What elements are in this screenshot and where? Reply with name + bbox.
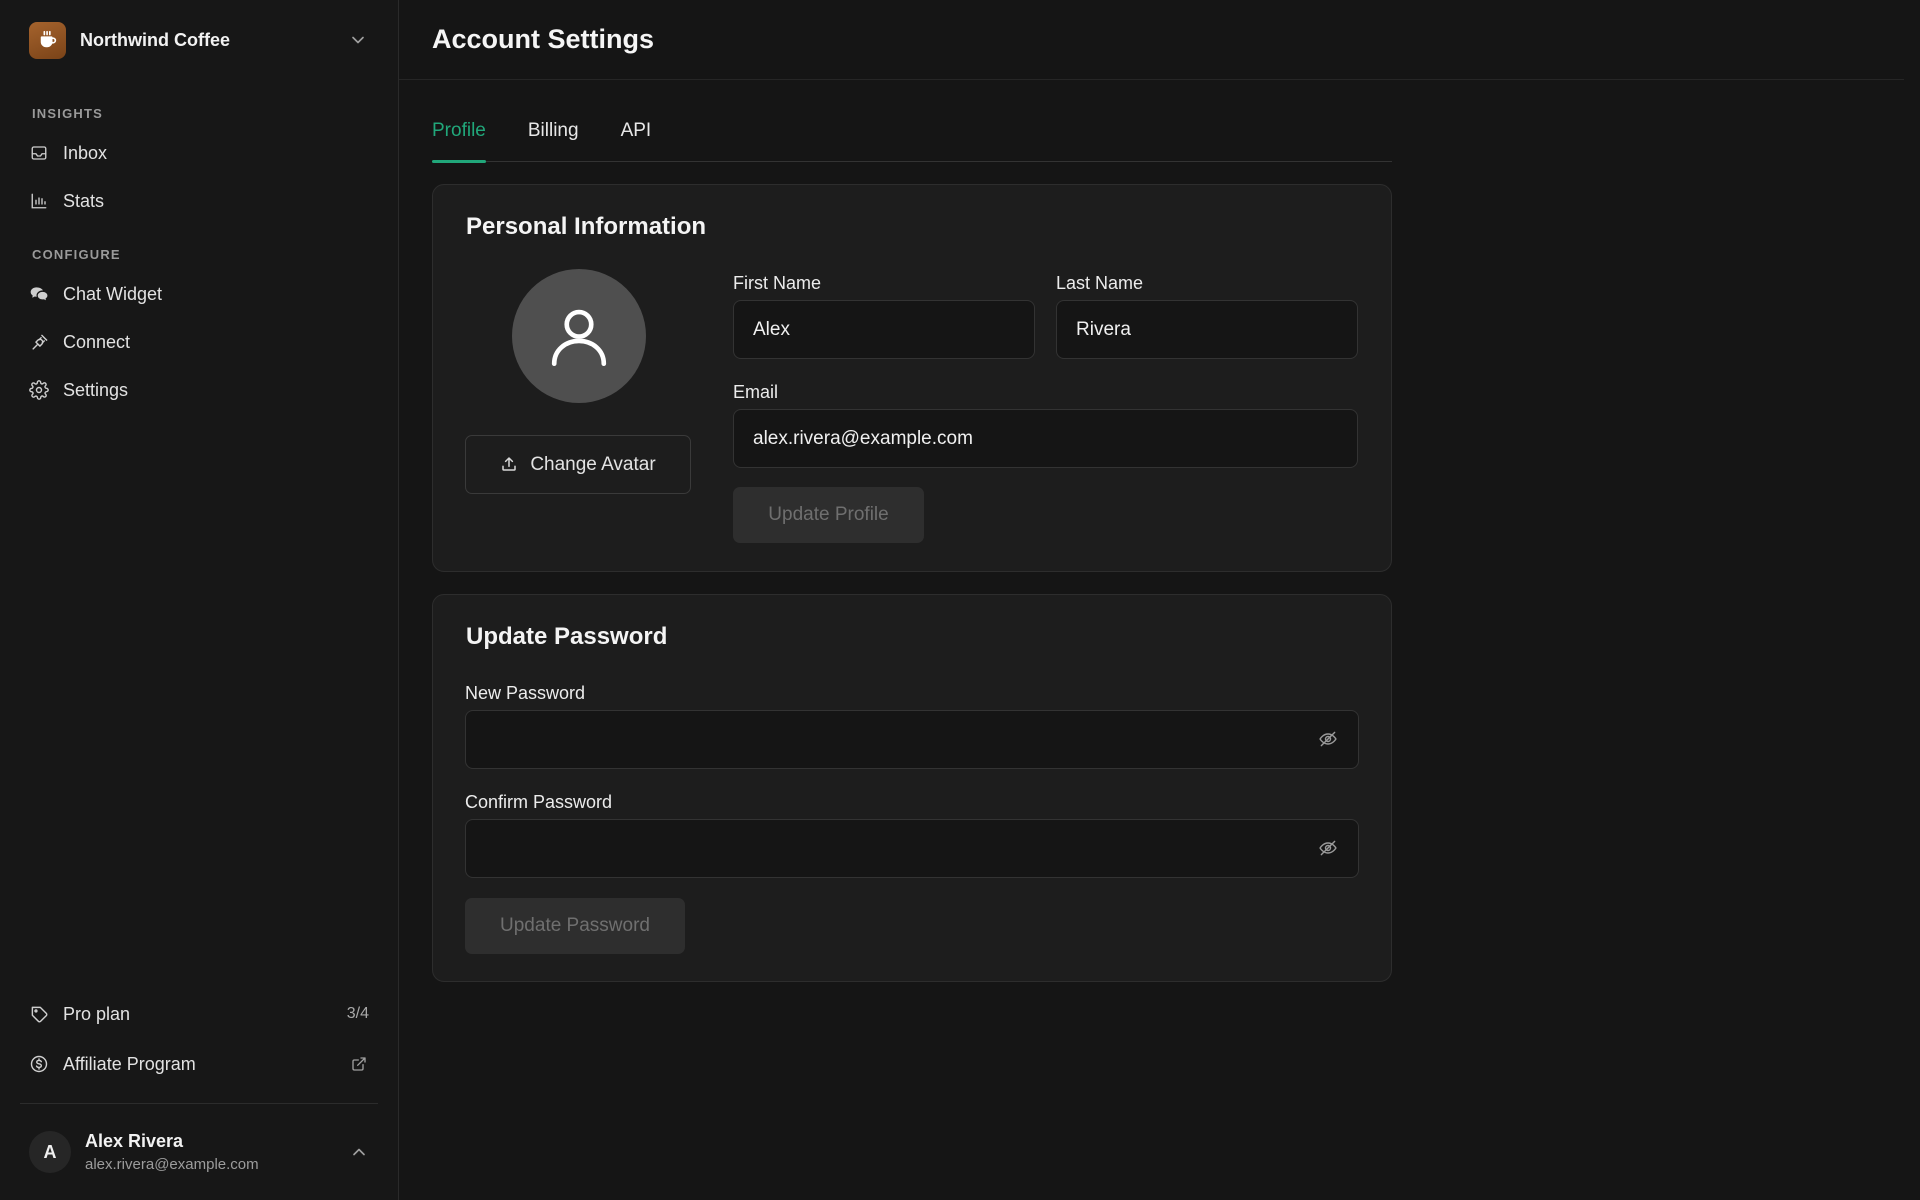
confirm-password-group: Confirm Password	[465, 792, 1359, 878]
sidebar-item-settings[interactable]: Settings	[0, 366, 398, 414]
app-root: Northwind Coffee INSIGHTS Inbox Stats CO…	[0, 0, 1920, 1200]
bar-chart-icon	[29, 191, 49, 211]
sidebar-footer: Pro plan 3/4 Affiliate Program A Alex Ri…	[0, 989, 398, 1200]
workspace-switcher[interactable]: Northwind Coffee	[0, 0, 398, 80]
sidebar-item-connect[interactable]: Connect	[0, 318, 398, 366]
tab-profile[interactable]: Profile	[432, 110, 486, 163]
user-info: Alex Rivera alex.rivera@example.com	[85, 1131, 349, 1173]
eye-off-icon[interactable]	[1318, 729, 1340, 751]
settings-tabs: Profile Billing API	[432, 110, 1392, 163]
coffee-cup-icon	[29, 21, 66, 59]
last-name-value: Rivera	[1076, 318, 1131, 340]
sidebar-item-inbox[interactable]: Inbox	[0, 129, 398, 177]
page-title: Account Settings	[432, 24, 655, 54]
first-name-label: First Name	[733, 273, 822, 293]
settings-content: Profile Billing API Personal Information…	[399, 110, 1392, 982]
sidebar-item-label: Connect	[63, 331, 131, 352]
plug-icon	[29, 332, 49, 352]
section-label-insights: INSIGHTS	[32, 106, 103, 121]
dollar-circle-icon	[29, 1054, 49, 1074]
tab-api[interactable]: API	[621, 110, 652, 162]
user-avatar-icon	[512, 269, 646, 403]
new-password-field[interactable]	[465, 710, 1359, 769]
chevron-up-icon[interactable]	[349, 1142, 369, 1162]
first-name-field[interactable]: Alex	[733, 300, 1035, 359]
affiliate-program-label: Affiliate Program	[63, 1053, 196, 1074]
section-label-configure: CONFIGURE	[32, 247, 121, 262]
last-name-label: Last Name	[1056, 273, 1144, 293]
new-password-label: New Password	[465, 683, 586, 703]
card-title: Personal Information	[466, 213, 707, 240]
page-header: Account Settings	[399, 0, 1904, 80]
tab-billing[interactable]: Billing	[528, 110, 579, 162]
update-profile-button[interactable]: Update Profile	[733, 487, 924, 543]
update-password-card: Update Password New Password Confirm Pas…	[432, 594, 1392, 982]
avatar: A	[29, 1131, 71, 1173]
confirm-password-label: Confirm Password	[465, 792, 613, 812]
last-name-field[interactable]: Rivera	[1056, 300, 1358, 359]
chevron-down-icon[interactable]	[348, 30, 368, 50]
email-label: Email	[733, 382, 779, 402]
tag-icon	[29, 1004, 49, 1024]
workspace-name: Northwind Coffee	[80, 29, 230, 50]
card-title: Update Password	[466, 623, 668, 650]
upload-icon	[500, 455, 520, 475]
first-name-value: Alex	[753, 318, 790, 340]
sidebar-item-stats[interactable]: Stats	[0, 177, 398, 225]
inbox-icon	[29, 143, 49, 163]
sidebar-item-label: Stats	[63, 190, 105, 211]
change-avatar-label: Change Avatar	[530, 453, 656, 475]
sidebar-item-label: Settings	[63, 379, 129, 400]
email-group: Email alex.rivera@example.com	[733, 382, 1358, 468]
new-password-group: New Password	[465, 683, 1359, 769]
sidebar-item-label: Chat Widget	[63, 283, 163, 304]
eye-off-icon[interactable]	[1318, 838, 1340, 860]
update-password-button[interactable]: Update Password	[465, 898, 685, 954]
chat-icon	[29, 284, 49, 304]
last-name-group: Last Name Rivera	[1056, 273, 1358, 359]
sidebar-item-chat-widget[interactable]: Chat Widget	[0, 270, 398, 318]
pro-plan-label: Pro plan	[63, 1003, 131, 1024]
email-field[interactable]: alex.rivera@example.com	[733, 409, 1358, 468]
first-name-group: First Name Alex	[733, 273, 1035, 359]
sidebar-item-label: Inbox	[63, 142, 108, 163]
personal-information-card: Personal Information Change Avatar First…	[432, 184, 1392, 572]
external-link-icon	[349, 1054, 369, 1074]
gear-icon	[29, 380, 49, 400]
user-menu[interactable]: A Alex Rivera alex.rivera@example.com	[0, 1104, 398, 1200]
sidebar: Northwind Coffee INSIGHTS Inbox Stats CO…	[0, 0, 399, 1200]
confirm-password-field[interactable]	[465, 819, 1359, 878]
pro-plan-item[interactable]: Pro plan 3/4	[0, 989, 398, 1039]
main-content: Account Settings Profile Billing API Per…	[399, 0, 1920, 1200]
change-avatar-button[interactable]: Change Avatar	[465, 435, 691, 494]
plan-usage-count: 3/4	[346, 1005, 369, 1022]
email-value: alex.rivera@example.com	[753, 427, 973, 449]
user-name: Alex Rivera	[85, 1131, 184, 1151]
affiliate-program-link[interactable]: Affiliate Program	[0, 1039, 398, 1089]
user-email: alex.rivera@example.com	[85, 1156, 259, 1173]
